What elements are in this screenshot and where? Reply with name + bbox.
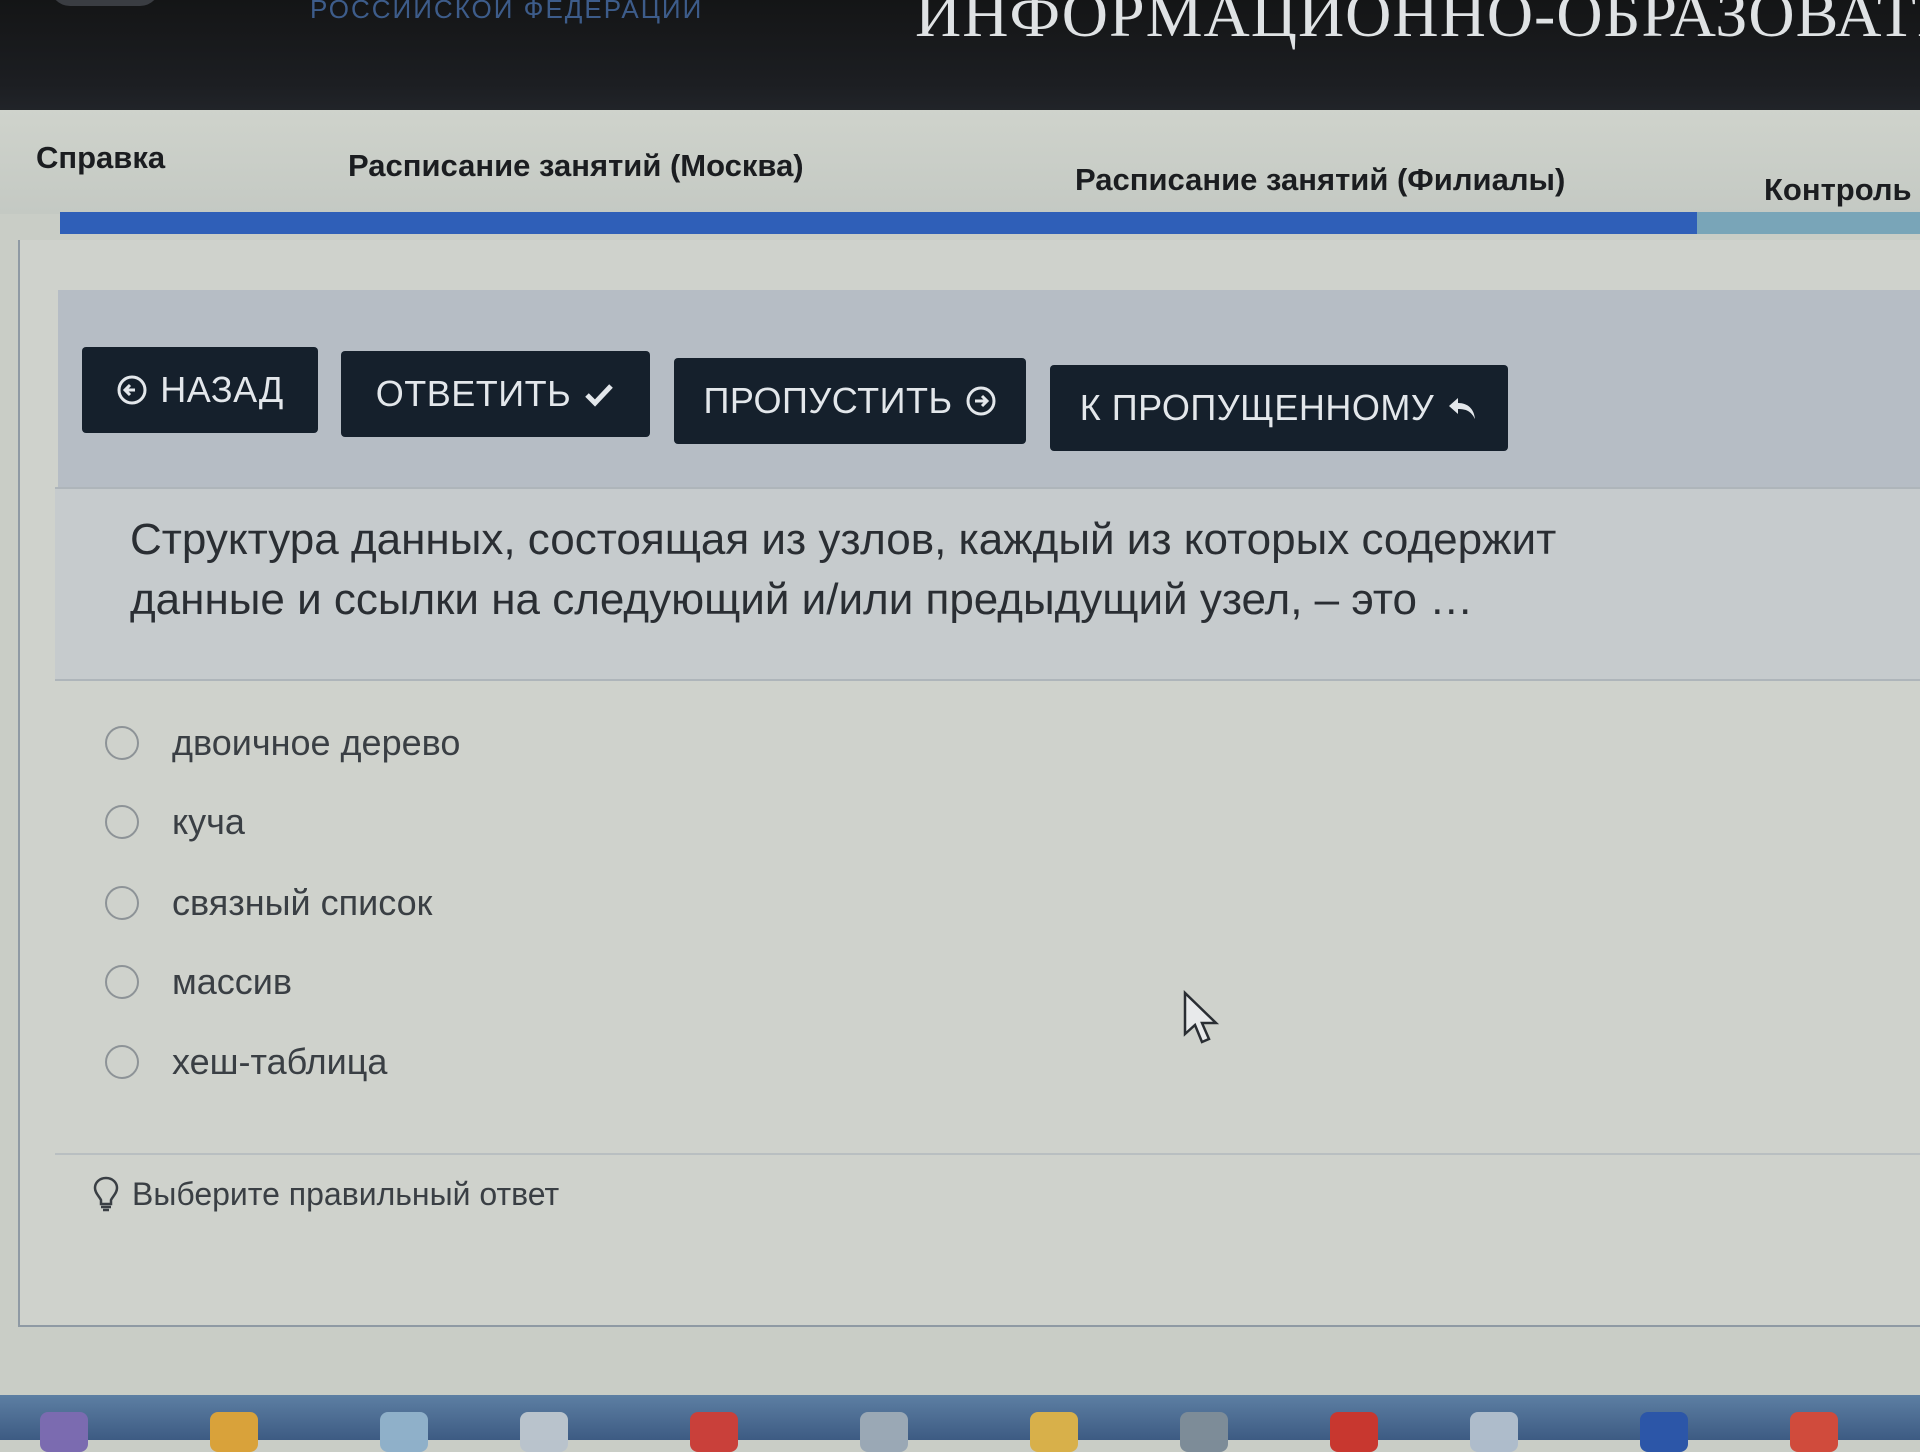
option-label: хеш-таблица [172, 1041, 388, 1082]
taskbar-app-icon[interactable] [690, 1412, 738, 1452]
taskbar-app-icon[interactable] [210, 1412, 258, 1452]
answer-button-label: ОТВЕТИТЬ [375, 373, 572, 414]
radio-button[interactable] [105, 886, 139, 920]
taskbar-app-icon[interactable] [1180, 1412, 1228, 1452]
nav-item-schedule-branches[interactable]: Расписание занятий (Филиалы) [1075, 162, 1565, 198]
test-progress-bar [60, 212, 1920, 234]
taskbar-app-icon[interactable] [1030, 1412, 1078, 1452]
option-label: массив [172, 961, 293, 1002]
option-label: двоичное дерево [172, 722, 461, 763]
taskbar-app-icon[interactable] [1330, 1412, 1378, 1452]
taskbar-app-icon[interactable] [860, 1412, 908, 1452]
to-skipped-button[interactable]: К ПРОПУЩЕННОМУ [1050, 365, 1508, 451]
answer-option[interactable]: хеш-таблица [105, 1037, 387, 1087]
nav-item-control[interactable]: Контроль [1764, 172, 1912, 208]
radio-button[interactable] [105, 805, 139, 839]
answer-button[interactable]: ОТВЕТИТЬ [341, 351, 650, 437]
circle-arrow-right-icon [966, 386, 996, 416]
taskbar-app-icon[interactable] [380, 1412, 428, 1452]
nav-item-schedule-moscow[interactable]: Расписание занятий (Москва) [348, 148, 804, 184]
radio-button[interactable] [105, 1045, 139, 1079]
logo [50, 0, 160, 6]
divider [55, 1153, 1920, 1155]
question-line-1: Структура данных, состоящая из узлов, ка… [130, 515, 1557, 564]
skip-button-label: ПРОПУСТИТЬ [703, 380, 953, 421]
answer-option[interactable]: массив [105, 957, 292, 1007]
check-icon [585, 384, 614, 407]
hint: Выберите правильный ответ [92, 1175, 559, 1213]
main-nav: Справка Расписание занятий (Москва) Расп… [0, 110, 1920, 214]
back-button-label: НАЗАД [160, 369, 284, 410]
back-button[interactable]: НАЗАД [82, 347, 318, 433]
taskbar-app-icon[interactable] [520, 1412, 568, 1452]
taskbar-app-icon[interactable] [1470, 1412, 1518, 1452]
skip-button[interactable]: ПРОПУСТИТЬ [674, 358, 1026, 444]
start-icon[interactable] [40, 1412, 88, 1452]
lightbulb-icon [93, 1176, 119, 1212]
progress-fill [60, 212, 1697, 234]
circle-arrow-left-icon [117, 375, 147, 405]
answer-option[interactable]: связный список [105, 878, 432, 928]
answer-option[interactable]: куча [105, 797, 245, 847]
option-label: связный список [172, 882, 433, 923]
question-text: Структура данных, состоящая из узлов, ка… [130, 510, 1690, 630]
reply-arrow-icon [1449, 398, 1476, 419]
header-subtitle: РОССИЙСКОЙ ФЕДЕРАЦИИ [310, 0, 704, 24]
radio-button[interactable] [105, 965, 139, 999]
taskbar-app-icon[interactable] [1640, 1412, 1688, 1452]
hint-text: Выберите правильный ответ [132, 1175, 560, 1212]
radio-button[interactable] [105, 726, 139, 760]
nav-item-help[interactable]: Справка [36, 140, 165, 176]
taskbar-app-icon[interactable] [1790, 1412, 1838, 1452]
question-line-2: данные и ссылки на следующий и/или преды… [130, 575, 1474, 624]
site-header: РОССИЙСКОЙ ФЕДЕРАЦИИ ИНФОРМАЦИОННО-ОБРАЗ… [0, 0, 1920, 120]
answer-option[interactable]: двоичное дерево [105, 718, 460, 768]
taskbar [0, 1395, 1920, 1440]
mouse-cursor-icon [1183, 990, 1220, 1044]
header-title: ИНФОРМАЦИОННО-ОБРАЗОВАТЕЛ [915, 0, 1920, 50]
to-skipped-button-label: К ПРОПУЩЕННОМУ [1079, 387, 1435, 428]
option-label: куча [172, 801, 245, 842]
